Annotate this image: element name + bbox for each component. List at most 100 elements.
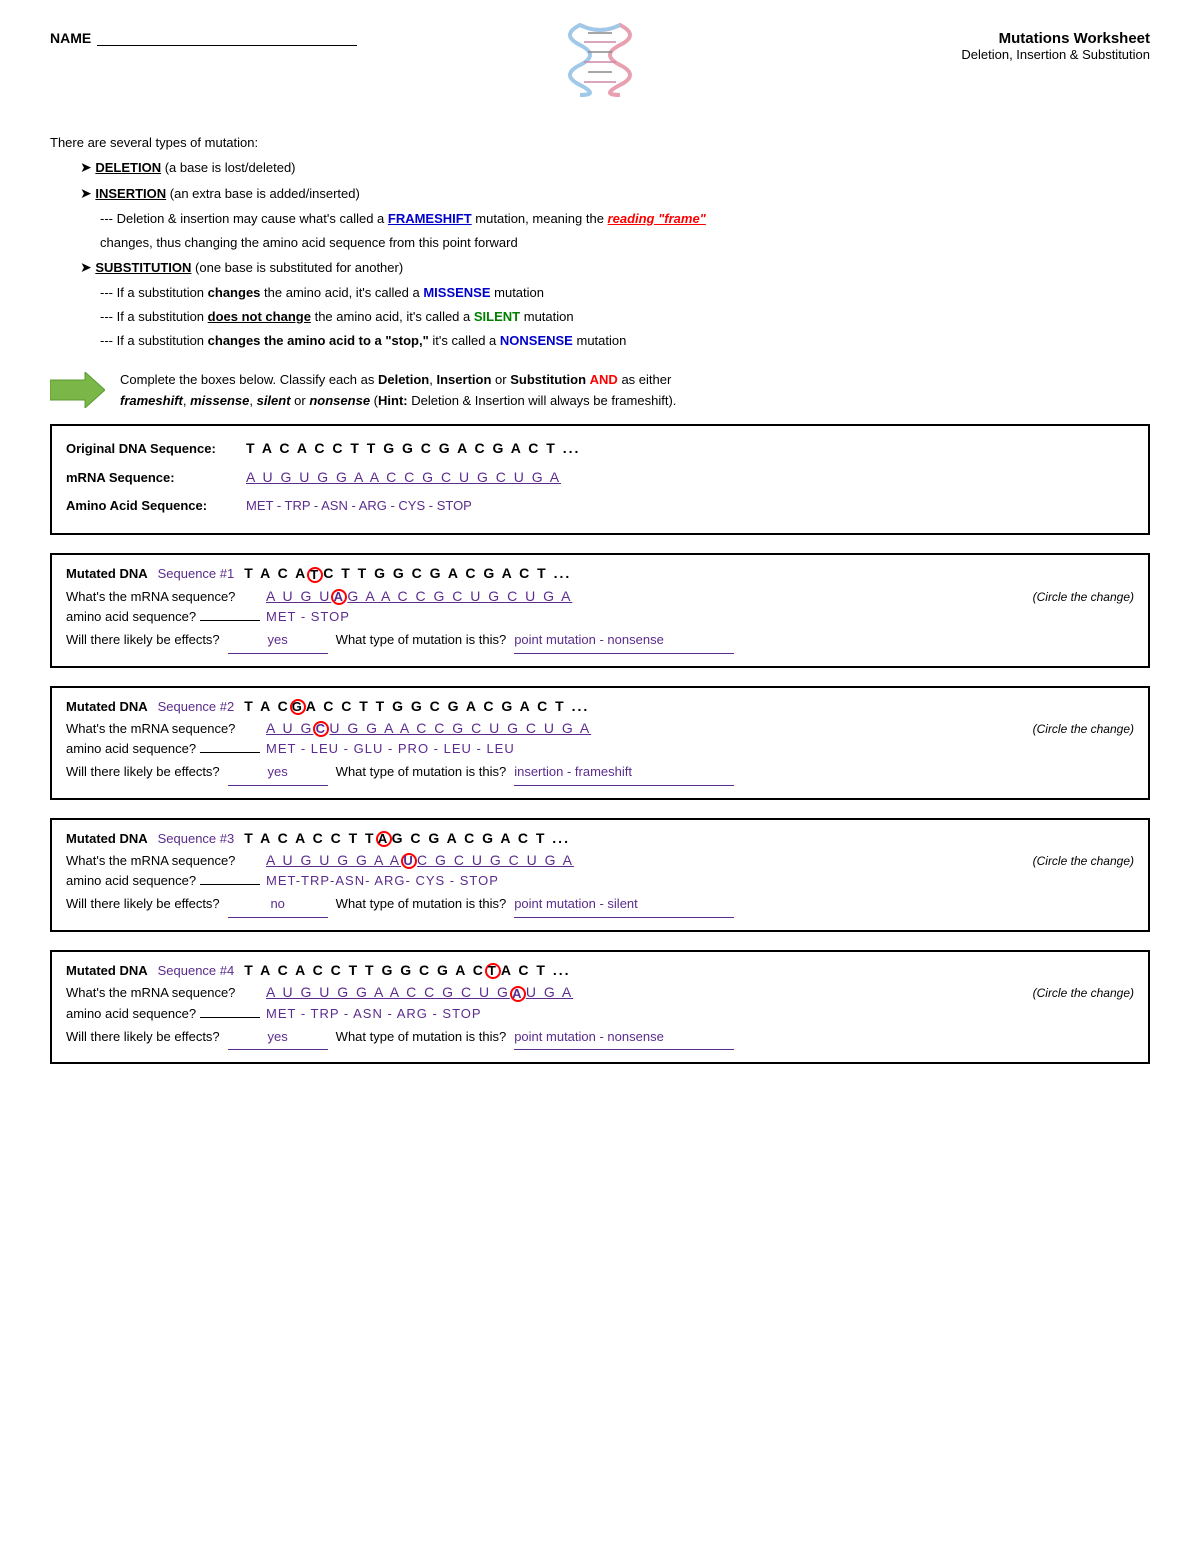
mut1-dna-circled: T bbox=[307, 567, 323, 583]
mut2-effects-answer: yes bbox=[228, 760, 328, 786]
mut4-dna-post: A C T ... bbox=[501, 962, 571, 978]
substitution-desc: (one base is substituted for another) bbox=[195, 260, 403, 275]
intro-opening: There are several types of mutation: bbox=[50, 132, 1150, 154]
sub-note1-bold: changes bbox=[208, 285, 261, 300]
mut4-mrna-post: U G A bbox=[526, 984, 573, 1000]
original-mrna-label: mRNA Sequence: bbox=[66, 466, 246, 489]
mut1-amino-row: amino acid sequence? MET - STOP bbox=[66, 609, 1134, 624]
mut1-dna-sequence: T A C ATC T T G G C G A C G A C T ... bbox=[244, 565, 571, 582]
mut2-effects-label: Will there likely be effects? bbox=[66, 760, 220, 785]
mut2-dna-circled: G bbox=[290, 699, 306, 715]
sub-note1-pre: --- If a substitution bbox=[100, 285, 208, 300]
mut3-mutation-type-label: What type of mutation is this? bbox=[336, 892, 507, 917]
mut2-header: Mutated DNA Sequence #2 T A CGA C C T T … bbox=[66, 698, 1134, 715]
mut1-circle-note: (Circle the change) bbox=[1033, 590, 1134, 604]
mut2-amino-label: amino acid sequence? bbox=[66, 741, 266, 756]
mut3-mutation-type: point mutation - silent bbox=[514, 892, 734, 918]
mut2-mrna-pre: A U G bbox=[266, 720, 313, 736]
nonsense-word: NONSENSE bbox=[500, 333, 573, 348]
sub-note3-mid: it's called a bbox=[432, 333, 500, 348]
mut1-dna-pre: T A C A bbox=[244, 565, 307, 581]
mut1-mrna-post: G A A C C G C U G C U G A bbox=[347, 588, 572, 604]
mut1-mrna-circled: A bbox=[331, 589, 347, 605]
deletion-label: DELETION bbox=[95, 160, 161, 175]
mut1-mrna-pre: A U G U bbox=[266, 588, 331, 604]
green-arrow-icon bbox=[50, 372, 105, 408]
mut4-amino-answer: MET - TRP - ASN - ARG - STOP bbox=[266, 1006, 482, 1021]
mut1-mrna-answer: A U G UAG A A C C G C U G C U G A bbox=[266, 588, 572, 605]
frameshift-note-pre: --- Deletion & insertion may cause what'… bbox=[100, 211, 388, 226]
substitution-line: ➤ SUBSTITUTION (one base is substituted … bbox=[80, 256, 1150, 280]
original-amino-row: Amino Acid Sequence: MET - TRP - ASN - A… bbox=[66, 494, 1134, 517]
mut2-mutation-type-label: What type of mutation is this? bbox=[336, 760, 507, 785]
mutation-box-1: Mutated DNA Sequence #1 T A C ATC T T G … bbox=[50, 553, 1150, 667]
mut2-mrna-row: What's the mRNA sequence? A U GCU G G A … bbox=[66, 720, 1134, 737]
mut2-amino-row: amino acid sequence? MET - LEU - GLU - P… bbox=[66, 741, 1134, 756]
arrow-instruction: Complete the boxes below. Classify each … bbox=[50, 370, 1150, 412]
mutation-box-2: Mutated DNA Sequence #2 T A CGA C C T T … bbox=[50, 686, 1150, 800]
mut4-label: Mutated DNA bbox=[66, 963, 148, 978]
mut3-label: Mutated DNA bbox=[66, 831, 148, 846]
mut3-dna-post: G C G A C G A C T ... bbox=[392, 830, 570, 846]
mut4-mrna-pre: A U G U G G A A C C G C U G bbox=[266, 984, 510, 1000]
mut2-mrna-label: What's the mRNA sequence? bbox=[66, 721, 266, 736]
mut3-dna-circled: A bbox=[376, 831, 392, 847]
mut4-circle-note: (Circle the change) bbox=[1033, 986, 1134, 1000]
mut2-seq-num: Sequence #2 bbox=[158, 699, 235, 714]
mut1-seq-num: Sequence #1 bbox=[158, 566, 235, 581]
missense-word: MISSENSE bbox=[423, 285, 490, 300]
mut4-amino-label: amino acid sequence? bbox=[66, 1006, 266, 1021]
frameshift-end: changes, thus changing the amino acid se… bbox=[100, 232, 1150, 254]
sub-note2-end: mutation bbox=[524, 309, 574, 324]
insertion-desc: (an extra base is added/inserted) bbox=[170, 186, 360, 201]
original-mrna-sequence: A U G U G G A A C C G C U G C U G A bbox=[246, 465, 561, 490]
original-dna-row: Original DNA Sequence: T A C A C C T T G… bbox=[66, 436, 1134, 461]
substitution-label: SUBSTITUTION bbox=[95, 260, 191, 275]
sub-note2-pre: --- If a substitution bbox=[100, 309, 208, 324]
sub-note1: --- If a substitution changes the amino … bbox=[100, 282, 1150, 304]
mut3-mrna-circled: U bbox=[401, 853, 417, 869]
frameshift-mid: mutation, meaning the bbox=[475, 211, 607, 226]
instruction-line2: frameshift, missense, silent or nonsense… bbox=[120, 393, 676, 408]
mut2-label: Mutated DNA bbox=[66, 699, 148, 714]
mut2-dna-post: A C C T T G G C G A C G A C T ... bbox=[306, 698, 590, 714]
reading-frame-text: reading "frame" bbox=[608, 211, 706, 226]
original-dna-label: Original DNA Sequence: bbox=[66, 437, 246, 460]
mut4-effects-answer: yes bbox=[228, 1025, 328, 1051]
mut4-effects-label: Will there likely be effects? bbox=[66, 1025, 220, 1050]
mut4-seq-num: Sequence #4 bbox=[158, 963, 235, 978]
mut2-mrna-answer: A U GCU G G A A C C G C U G C U G A bbox=[266, 720, 591, 737]
insertion-line: ➤ INSERTION (an extra base is added/inse… bbox=[80, 182, 1150, 206]
arrow-text-block: Complete the boxes below. Classify each … bbox=[120, 370, 676, 412]
name-field: NAME bbox=[50, 30, 357, 46]
mut1-mutation-type: point mutation - nonsense bbox=[514, 628, 734, 654]
mut1-mutation-type-label: What type of mutation is this? bbox=[336, 628, 507, 653]
original-dna-sequence: T A C A C C T T G G C G A C G A C T ... bbox=[246, 436, 580, 461]
mut3-mrna-pre: A U G U G G A A bbox=[266, 852, 401, 868]
mut4-mutation-type: point mutation - nonsense bbox=[514, 1025, 734, 1051]
mut3-header: Mutated DNA Sequence #3 T A C A C C T TA… bbox=[66, 830, 1134, 847]
original-dna-box: Original DNA Sequence: T A C A C C T T G… bbox=[50, 424, 1150, 536]
mut4-mrna-label: What's the mRNA sequence? bbox=[66, 985, 266, 1000]
mut4-mrna-circled: A bbox=[510, 986, 526, 1002]
mut3-mrna-label: What's the mRNA sequence? bbox=[66, 853, 266, 868]
original-amino-sequence: MET - TRP - ASN - ARG - CYS - STOP bbox=[246, 494, 472, 517]
sub-note2-mid: the amino acid, it's called a bbox=[315, 309, 474, 324]
mut3-mrna-answer: A U G U G G A AUC G C U G C U G A bbox=[266, 852, 574, 869]
mut3-amino-row: amino acid sequence? MET-TRP-ASN- ARG- C… bbox=[66, 873, 1134, 888]
mut2-effects-row: Will there likely be effects? yes What t… bbox=[66, 760, 1134, 786]
mut1-amino-answer: MET - STOP bbox=[266, 609, 350, 624]
mut1-amino-label: amino acid sequence? bbox=[66, 609, 266, 624]
mut4-mrna-row: What's the mRNA sequence? A U G U G G A … bbox=[66, 984, 1134, 1001]
mut3-dna-pre: T A C A C C T T bbox=[244, 830, 375, 846]
mut2-mrna-circled: C bbox=[313, 721, 329, 737]
mut4-header: Mutated DNA Sequence #4 T A C A C C T T … bbox=[66, 962, 1134, 979]
insertion-label: INSERTION bbox=[95, 186, 166, 201]
frameshift-note: --- Deletion & insertion may cause what'… bbox=[100, 208, 1150, 230]
mut2-dna-pre: T A C bbox=[244, 698, 290, 714]
original-amino-label: Amino Acid Sequence: bbox=[66, 494, 246, 517]
mut4-dna-sequence: T A C A C C T T G G C G A CTA C T ... bbox=[244, 962, 570, 979]
sub-note2-bold: does not change bbox=[208, 309, 311, 324]
sub-note1-end: mutation bbox=[494, 285, 544, 300]
mut3-amino-answer: MET-TRP-ASN- ARG- CYS - STOP bbox=[266, 873, 499, 888]
